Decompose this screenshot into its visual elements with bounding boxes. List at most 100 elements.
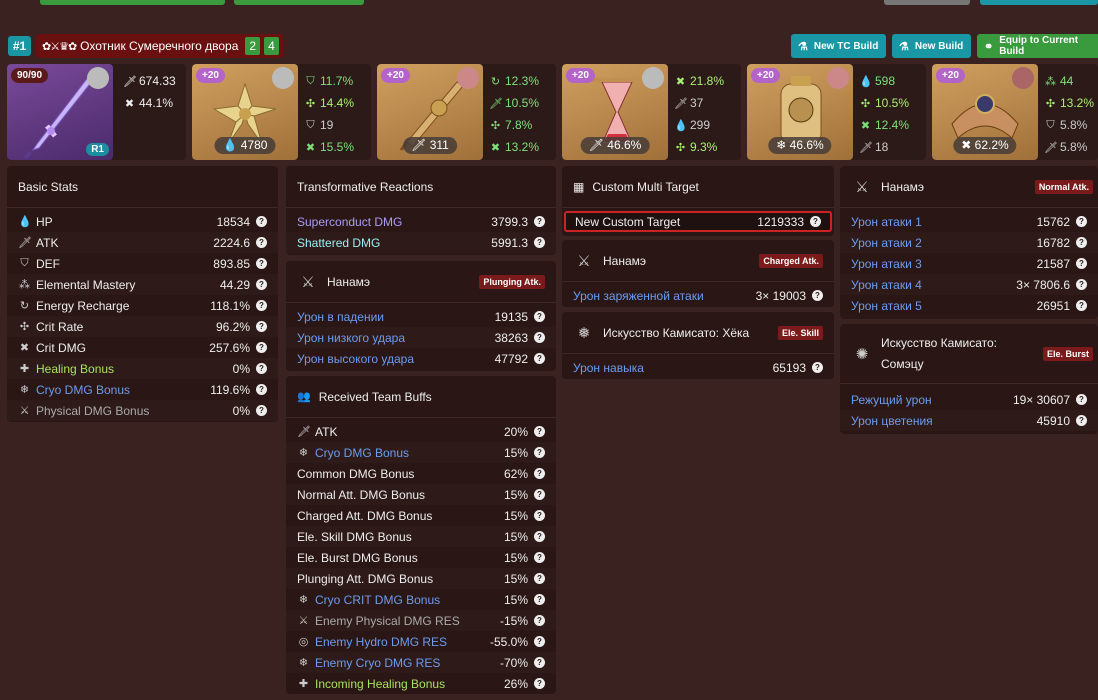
help-icon[interactable]: ? <box>534 216 545 227</box>
damage-row: Урон высокого удара 47792? <box>286 348 556 369</box>
help-icon[interactable]: ? <box>534 678 545 689</box>
artifact-substats: ⁂ 44 ✣ 13.2% ⛉ 5.8% 🗡 5.8% <box>1044 70 1098 158</box>
briefcase-icon[interactable] <box>827 67 849 89</box>
character-avatar[interactable] <box>642 67 664 89</box>
hanger-icon: ⚭ <box>984 40 994 53</box>
artifact-substats: ↻ 12.3% 🗡 10.5% ✣ 7.8% ✖ 13.2% <box>489 70 556 158</box>
stat-row: ⁂ Elemental Mastery 44.29? <box>7 274 278 295</box>
help-icon[interactable]: ? <box>1076 300 1087 311</box>
damage-row: Урон навыка 65193? <box>562 357 834 378</box>
buff-row: ✚ Incoming Healing Bonus 26%? <box>286 673 556 694</box>
help-icon[interactable]: ? <box>1076 279 1087 290</box>
artifact-card-plume[interactable]: +20 🗡 311 ↻ 12.3% 🗡 10.5% ✣ 7.8% ✖ 13.2% <box>377 64 556 160</box>
new-build-button[interactable]: ⚗ New Build <box>892 34 971 58</box>
artifact-card-sands[interactable]: +20 🗡 46.6% ✖ 21.8% 🗡 37 💧 299 ✣ 9.3% <box>562 64 741 160</box>
help-icon[interactable]: ? <box>256 342 267 353</box>
equip-build-button[interactable]: ⚭ Equip to Current Build <box>977 34 1098 58</box>
reaction-row: Shattered DMG 5991.3? <box>286 232 556 253</box>
help-icon[interactable]: ? <box>1076 216 1087 227</box>
substat: ⛉ 5.8% <box>1044 114 1098 136</box>
help-icon[interactable]: ? <box>534 447 545 458</box>
help-icon[interactable]: ? <box>1076 237 1087 248</box>
artifact-card-flower[interactable]: +20 💧 4780 ⛉ 11.7% ✣ 14.4% ⛉ 19 ✖ 15.5% <box>192 64 371 160</box>
buff-row: Common DMG Bonus 62%? <box>286 463 556 484</box>
substat: 🗡 37 <box>674 96 704 110</box>
help-icon[interactable]: ? <box>256 300 267 311</box>
hydro-icon: ◎ <box>298 636 309 648</box>
help-icon[interactable]: ? <box>256 279 267 290</box>
damage-row: Урон атаки 3 21587? <box>840 253 1098 274</box>
help-icon[interactable]: ? <box>256 216 267 227</box>
help-icon[interactable]: ? <box>812 362 823 373</box>
character-avatar[interactable] <box>272 67 294 89</box>
help-icon[interactable]: ? <box>256 384 267 395</box>
help-icon[interactable]: ? <box>534 615 545 626</box>
help-icon[interactable]: ? <box>1076 394 1087 405</box>
weapon-level-badge: 90/90 <box>11 68 49 83</box>
help-icon[interactable]: ? <box>534 468 545 479</box>
help-icon[interactable]: ? <box>534 657 545 668</box>
weapon-card[interactable]: 90/90 R1 🗡 674.33 ✖ 44.1% <box>7 64 186 160</box>
substat: ✣ 9.3% <box>675 140 718 154</box>
substat: ⁂ 44 <box>1045 74 1074 88</box>
help-icon[interactable]: ? <box>812 290 823 301</box>
help-icon[interactable]: ? <box>534 353 545 364</box>
damage-row: Урон низкого удара 38263? <box>286 327 556 348</box>
refinement-badge: R1 <box>86 143 109 156</box>
help-icon[interactable]: ? <box>534 573 545 584</box>
help-icon[interactable]: ? <box>534 426 545 437</box>
charged-attack-panel: ⚔ Нанамэ Charged Atk. Урон заряженной атак… <box>562 240 834 307</box>
help-icon[interactable]: ? <box>534 636 545 647</box>
top-tab-strip-3[interactable] <box>884 0 970 5</box>
artifact-card-goblet[interactable]: +20 ❄ 46.6% 💧 598 ✣ 10.5% ✖ 12.4% 🗡 18 <box>747 64 926 160</box>
panel-header: ✺ Искусство Камисато: Сомэцу Ele. Burst <box>840 324 1098 384</box>
set-count-badge: 4 <box>264 37 279 55</box>
panel-header: ❅ Искусство Камисато: Хёка Ele. Skill <box>562 312 834 354</box>
substat: ✖ 21.8% <box>675 74 725 88</box>
help-icon[interactable]: ? <box>534 489 545 500</box>
panel-header: ⚔ Нанамэ Plunging Atk. <box>286 261 556 303</box>
top-tab-strip-2[interactable] <box>234 0 364 5</box>
help-icon[interactable]: ? <box>1076 415 1087 426</box>
stat-row: ✚ Healing Bonus 0%? <box>7 358 278 379</box>
help-icon[interactable]: ? <box>256 321 267 332</box>
flask-icon: ⚗ <box>899 40 909 53</box>
cryo-icon: ❄ <box>298 447 309 459</box>
help-icon[interactable]: ? <box>534 332 545 343</box>
artifact-art: +20 🗡 46.6% <box>562 64 668 160</box>
help-icon[interactable]: ? <box>534 531 545 542</box>
def-icon: ⛉ <box>1046 118 1055 131</box>
sword-icon: 🗡 <box>297 426 311 438</box>
artifact-main-stat: ❄ 46.6% <box>768 137 832 154</box>
briefcase-icon[interactable] <box>457 67 479 89</box>
crit-dmg-icon: ✖ <box>124 97 135 110</box>
artifact-substats: ⛉ 11.7% ✣ 14.4% ⛉ 19 ✖ 15.5% <box>304 70 371 158</box>
damage-row: Урон атаки 5 26951? <box>840 295 1098 316</box>
help-icon[interactable]: ? <box>534 237 545 248</box>
damage-row: Урон атаки 2 16782? <box>840 232 1098 253</box>
top-tab-strip-4[interactable] <box>980 0 1098 5</box>
substat: ⛉ 19 <box>304 114 371 136</box>
burst-icon: ✺ <box>855 345 869 363</box>
new-tc-build-button[interactable]: ⚗ New TC Build <box>791 34 886 58</box>
help-icon[interactable]: ? <box>534 594 545 605</box>
weapon-art: 90/90 R1 <box>7 64 113 160</box>
artifact-card-circlet[interactable]: +20 ✖ 62.2% ⁂ 44 ✣ 13.2% ⛉ 5.8% 🗡 5.8% <box>932 64 1098 160</box>
custom-target-row[interactable]: New Custom Target 1219333? <box>564 211 832 232</box>
substat: ✖ 13.2% <box>490 140 540 154</box>
help-icon[interactable]: ? <box>810 216 821 227</box>
help-icon[interactable]: ? <box>534 311 545 322</box>
em-icon: ⁂ <box>1045 75 1056 88</box>
cryo-icon: ❄ <box>19 384 30 396</box>
help-icon[interactable]: ? <box>256 363 267 374</box>
character-avatar[interactable] <box>87 67 109 89</box>
top-tab-strip[interactable] <box>40 0 225 5</box>
help-icon[interactable]: ? <box>1076 258 1087 269</box>
help-icon[interactable]: ? <box>256 258 267 269</box>
help-icon[interactable]: ? <box>256 405 267 416</box>
help-icon[interactable]: ? <box>256 237 267 248</box>
crit-dmg-icon: ✖ <box>305 141 316 154</box>
help-icon[interactable]: ? <box>534 510 545 521</box>
help-icon[interactable]: ? <box>534 552 545 563</box>
character-avatar[interactable] <box>1012 67 1034 89</box>
